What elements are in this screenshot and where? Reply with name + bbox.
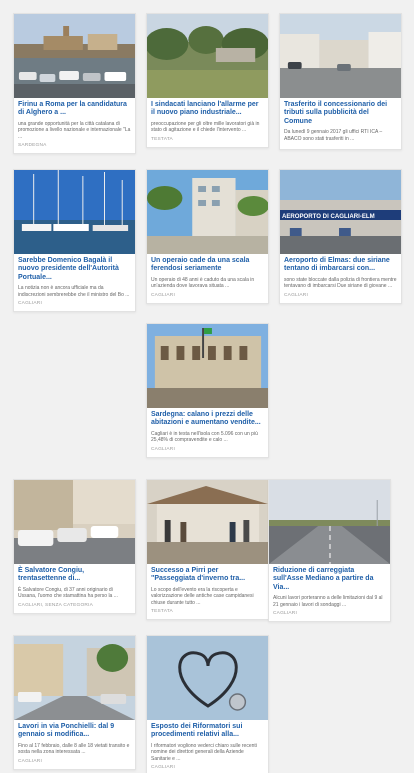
- street-buildings-photo[interactable]: [280, 14, 401, 98]
- article-title[interactable]: Un operaio cade da una scala ferendosi s…: [151, 257, 264, 274]
- article-category[interactable]: CAGLIARI: [273, 611, 386, 617]
- article-card[interactable]: Riduzione di carreggiata sull'Asse Media…: [268, 479, 391, 623]
- article-card[interactable]: AEROPORTO DI CAGLIARI-ELM Aeroporto di E…: [279, 169, 402, 304]
- article-card[interactable]: Sardegna: calano i prezzi delle abitazio…: [146, 323, 269, 458]
- airport-terminal-photo[interactable]: AEROPORTO DI CAGLIARI-ELM: [280, 170, 401, 254]
- article-excerpt: Da lunedì 9 gennaio 2017 gli uffici RTI …: [284, 129, 383, 142]
- article-category[interactable]: SARDEGNA: [18, 143, 131, 149]
- article-card[interactable]: Sarebbe Domenico Bagalà il nuovo preside…: [13, 169, 136, 313]
- article-excerpt: Lo scopo dell'evento era la riscoperta e…: [151, 586, 254, 606]
- article-category[interactable]: CAGLIARI: [18, 759, 131, 765]
- article-category[interactable]: CAGLIARI: [284, 293, 397, 299]
- article-title[interactable]: Sarebbe Domenico Bagalà il nuovo preside…: [18, 257, 131, 282]
- article-title[interactable]: I sindacati lanciano l'allarme per il nu…: [151, 101, 264, 118]
- article-category[interactable]: CAGLIARI: [151, 447, 264, 453]
- article-title[interactable]: Trasferito il concessionario dei tributi…: [284, 101, 397, 126]
- article-title[interactable]: Sardegna: calano i prezzi delle abitazio…: [151, 411, 264, 428]
- article-category[interactable]: CAGLIARI: [151, 765, 264, 771]
- article-card[interactable]: Esposto dei Riformatori sui procedimenti…: [146, 635, 269, 773]
- article-title[interactable]: È Salvatore Congiu, trentasettenne di...: [18, 567, 131, 584]
- stethoscope-heart-photo[interactable]: [147, 636, 268, 720]
- article-excerpt: I riformatori vogliono vederci chiaro su…: [151, 742, 257, 762]
- article-title[interactable]: Aeroporto di Elmas: due siriane tentano …: [284, 257, 397, 274]
- parked-cars-street-photo[interactable]: [14, 480, 135, 564]
- article-excerpt: una grande opportunità per la città cata…: [18, 120, 131, 140]
- article-title[interactable]: Lavori in via Ponchielli: dal 9 gennaio …: [18, 723, 131, 740]
- article-card[interactable]: Firinu a Roma per la candidatura di Algh…: [13, 13, 136, 155]
- article-category[interactable]: TESTATA: [151, 137, 264, 143]
- article-excerpt: La notizia non è ancora ufficiale ma da …: [18, 285, 130, 298]
- article-category[interactable]: CAGLIARI: [151, 293, 264, 299]
- article-category[interactable]: CAGLIARI, SENZA CATEGORIA: [18, 603, 131, 609]
- article-card[interactable]: Trasferito il concessionario dei tributi…: [279, 13, 402, 151]
- article-card[interactable]: Lavori in via Ponchielli: dal 9 gennaio …: [13, 635, 136, 770]
- article-excerpt: È Salvatore Congiu, di 37 anni originari…: [18, 586, 118, 600]
- airport-sign-text: AEROPORTO DI CAGLIARI-ELM: [282, 213, 375, 220]
- article-card[interactable]: Successo a Pirri per "Passeggiata d'inve…: [146, 479, 269, 621]
- article-excerpt: Alcuni lavori porteranno a delle limitaz…: [273, 595, 383, 608]
- town-hall-photo[interactable]: [147, 324, 268, 408]
- harbor-town-photo[interactable]: [14, 14, 135, 98]
- highway-road-photo[interactable]: [269, 480, 390, 564]
- article-title[interactable]: Esposto dei Riformatori sui procedimenti…: [151, 723, 264, 740]
- article-category[interactable]: TESTATA: [151, 609, 264, 615]
- article-excerpt: Fino al 17 febbraio, dalle 8 alle 18 vie…: [18, 742, 130, 756]
- courtyard-visitors-photo[interactable]: [147, 480, 268, 564]
- article-excerpt: preoccupazione per gli oltre mille lavor…: [151, 120, 260, 134]
- marina-boats-photo[interactable]: [14, 170, 135, 254]
- article-card[interactable]: Un operaio cade da una scala ferendosi s…: [146, 169, 269, 304]
- article-category[interactable]: CAGLIARI: [18, 301, 131, 307]
- industrial-site-photo[interactable]: [147, 14, 268, 98]
- article-title[interactable]: Riduzione di carreggiata sull'Asse Media…: [273, 567, 386, 592]
- article-excerpt: sono state bloccate dalla polizia di fro…: [284, 276, 397, 290]
- residential-street-photo[interactable]: [14, 636, 135, 720]
- article-excerpt: Cagliari è in testa nell'isola con 5.096…: [151, 430, 258, 444]
- article-card[interactable]: I sindacati lanciano l'allarme per il nu…: [146, 13, 269, 148]
- apartment-palms-photo[interactable]: [147, 170, 268, 254]
- article-excerpt: Un operaio di 48 anni è caduto da una sc…: [151, 276, 255, 290]
- article-card[interactable]: È Salvatore Congiu, trentasettenne di...…: [13, 479, 136, 614]
- article-title[interactable]: Successo a Pirri per "Passeggiata d'inve…: [151, 567, 264, 584]
- article-title[interactable]: Firinu a Roma per la candidatura di Algh…: [18, 101, 131, 118]
